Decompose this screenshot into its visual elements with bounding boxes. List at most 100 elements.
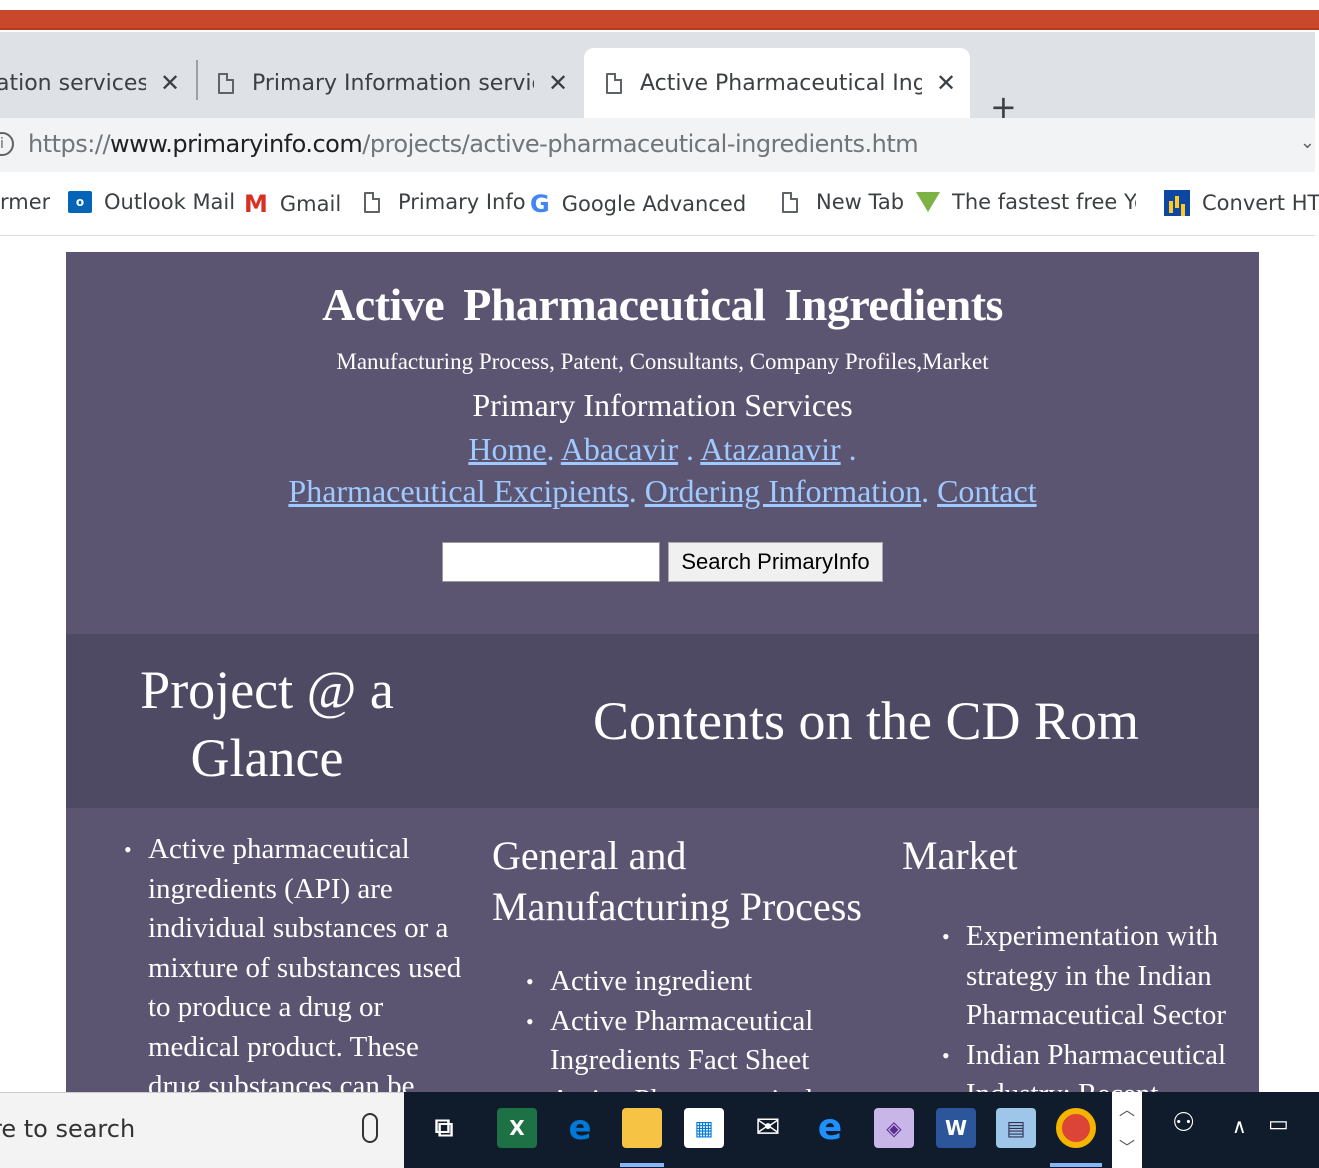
microphone-icon[interactable]: [362, 1113, 378, 1143]
list-item[interactable]: Active Pharmaceutical Ingredients Fact S…: [526, 1002, 864, 1081]
notepad-icon[interactable]: ▤: [996, 1108, 1036, 1148]
outlook-icon: o: [68, 191, 92, 213]
section-band: Project @ a Glance Contents on the CD Ro…: [66, 634, 1259, 808]
chevron-up-icon[interactable]: ︿: [1112, 1092, 1142, 1130]
site-nav: Home. Abacavir . Atazanavir . Pharmaceut…: [288, 431, 1037, 509]
bookmark-label: Google Advanced Se: [561, 192, 746, 216]
nav-abacavir-link[interactable]: Abacavir: [561, 431, 678, 467]
chrome-icon[interactable]: [1056, 1108, 1096, 1148]
bookmark-primary-info[interactable]: Primary Info: [364, 190, 526, 214]
search-input[interactable]: [442, 542, 661, 582]
tab-title: Primary Information services:Trad: [252, 70, 534, 96]
general-process-heading: General and Manufacturing Process: [492, 833, 862, 929]
list-item[interactable]: Active ingredient: [526, 962, 864, 1002]
nav-contact-link[interactable]: Contact: [937, 473, 1037, 509]
list-item[interactable]: Active Pharmaceutical: [526, 1081, 864, 1093]
visual-studio-icon[interactable]: ◈: [874, 1108, 914, 1148]
info-icon[interactable]: i: [0, 132, 14, 156]
page-icon: [606, 72, 622, 94]
list-item: Active pharmaceutical ingredients (API) …: [124, 830, 464, 1092]
taskbar-search-text: re to search: [0, 1115, 136, 1143]
show-hidden-icons-icon[interactable]: ∧: [1232, 1114, 1247, 1138]
market-list: Experimentation with strategy in the Ind…: [942, 917, 1242, 1092]
task-view-icon[interactable]: ⧉: [424, 1108, 464, 1148]
store-icon[interactable]: ▦: [684, 1108, 724, 1148]
close-icon[interactable]: ✕: [548, 69, 568, 97]
page-viewport: Active Pharmaceutical Ingredients Manufa…: [0, 237, 1315, 1092]
page-icon: [364, 191, 380, 213]
site-search: Search PrimaryInfo: [66, 542, 1259, 582]
site-brand: Primary Information Services: [472, 387, 853, 423]
chart-icon: [1164, 190, 1190, 216]
bookmark-label: New Tab: [816, 190, 905, 214]
tab-1[interactable]: ation services:Trad ✕: [0, 48, 186, 118]
bookmark-new-tab[interactable]: New Tab: [782, 190, 904, 214]
bookmark-label: Outlook Mail: [104, 190, 236, 214]
site-header: Active Pharmaceutical Ingredients Manufa…: [66, 252, 1259, 634]
battery-icon[interactable]: ▭: [1268, 1112, 1289, 1137]
taskbar-search-box[interactable]: re to search: [0, 1092, 404, 1168]
nav-ordering-link[interactable]: Ordering Information: [645, 473, 921, 509]
general-process-list: Active ingredient Active Pharmaceutical …: [526, 962, 864, 1092]
bookmark-label: rmer: [0, 190, 51, 214]
excel-icon[interactable]: X: [497, 1108, 537, 1148]
file-explorer-icon[interactable]: [622, 1108, 662, 1148]
tab-2[interactable]: Primary Information services:Trad ✕: [218, 48, 578, 118]
page-icon: [218, 72, 234, 94]
market-heading: Market: [902, 833, 1018, 878]
project-glance-heading: Project @ a Glance: [140, 660, 394, 788]
project-glance-list: Active pharmaceutical ingredients (API) …: [124, 830, 464, 1092]
chevron-down-icon[interactable]: ⌄: [1300, 132, 1315, 153]
url-path: /projects/active-pharmaceutical-ingredie…: [362, 130, 919, 158]
tab-3-active[interactable]: Active Pharmaceutical Ingredien ✕: [584, 48, 970, 118]
tab-title: Active Pharmaceutical Ingredien: [640, 70, 922, 96]
active-app-indicator: [620, 1163, 664, 1167]
bookmark-gmail[interactable]: M Gmail: [244, 190, 341, 218]
list-item[interactable]: Indian Pharmaceutical Industry: Recent: [942, 1036, 1242, 1093]
bookmark-google-advanced[interactable]: G Google Advanced Se: [530, 190, 746, 218]
nav-home-link[interactable]: Home: [468, 431, 546, 467]
bookmark-label: Convert HTM: [1202, 191, 1319, 215]
project-glance-column: Active pharmaceutical ingredients (API) …: [124, 830, 464, 1092]
bookmark-label: Primary Info: [398, 190, 526, 214]
market-column: Market Experimentation with strategy in …: [902, 830, 1242, 1092]
general-process-column: General and Manufacturing Process Active…: [484, 830, 864, 1092]
bookmark-label: Gmail: [279, 192, 342, 216]
close-icon[interactable]: ✕: [936, 69, 956, 97]
taskbar-scroll[interactable]: ︿ ﹀: [1112, 1092, 1142, 1168]
bookmarks-bar: rmer o Outlook Mail M Gmail Primary Info…: [0, 172, 1319, 236]
search-button[interactable]: Search PrimaryInfo: [668, 542, 883, 582]
bookmark-youtube-downloader[interactable]: The fastest free YouT: [916, 190, 1136, 214]
gmail-icon: M: [244, 190, 268, 218]
people-icon[interactable]: ⚇: [1172, 1108, 1195, 1138]
tab-title: ation services:Trad: [0, 70, 146, 96]
bookmark-outlook[interactable]: o Outlook Mail: [68, 190, 235, 214]
download-arrow-icon: [916, 192, 940, 212]
tab-bar: ation services:Trad ✕ Primary Informatio…: [0, 32, 1315, 126]
taskbar: re to search ⧉ X e ▦ ✉ e ◈ W ▤ ︿ ﹀ ⚇ ∧ ▭: [0, 1092, 1319, 1168]
bookmark-convert-html[interactable]: Convert HTM: [1164, 190, 1319, 216]
list-item[interactable]: Experimentation with strategy in the Ind…: [942, 917, 1242, 1036]
chevron-down-icon[interactable]: ﹀: [1112, 1130, 1142, 1168]
nav-atazanavir-link[interactable]: Atazanavir: [700, 431, 840, 467]
page-icon: [782, 191, 798, 213]
active-app-indicator: [1050, 1163, 1102, 1167]
tab-separator: [196, 60, 198, 100]
address-bar[interactable]: i https://www.primaryinfo.com/projects/a…: [0, 118, 1315, 172]
url-scheme: https://: [28, 130, 111, 158]
word-icon[interactable]: W: [936, 1108, 976, 1148]
google-icon: G: [530, 190, 550, 218]
nav-excipients-link[interactable]: Pharmaceutical Excipients: [288, 473, 628, 509]
cd-contents-heading: Contents on the CD Rom: [592, 691, 1139, 751]
edge-icon[interactable]: e: [560, 1108, 600, 1148]
url-text[interactable]: https://www.primaryinfo.com/projects/act…: [28, 130, 919, 158]
window-accent-bar: [0, 10, 1319, 30]
bookmark-label: The fastest free YouT: [952, 190, 1136, 214]
url-host: www.primaryinfo.com: [110, 130, 363, 158]
page-title: Active Pharmaceutical Ingredients: [322, 279, 1003, 330]
bookmark-item[interactable]: rmer: [0, 190, 50, 214]
ie-icon[interactable]: e: [810, 1108, 850, 1148]
page-subtitle: Manufacturing Process, Patent, Consultan…: [336, 349, 989, 374]
mail-icon[interactable]: ✉: [748, 1108, 788, 1148]
close-icon[interactable]: ✕: [160, 69, 180, 97]
